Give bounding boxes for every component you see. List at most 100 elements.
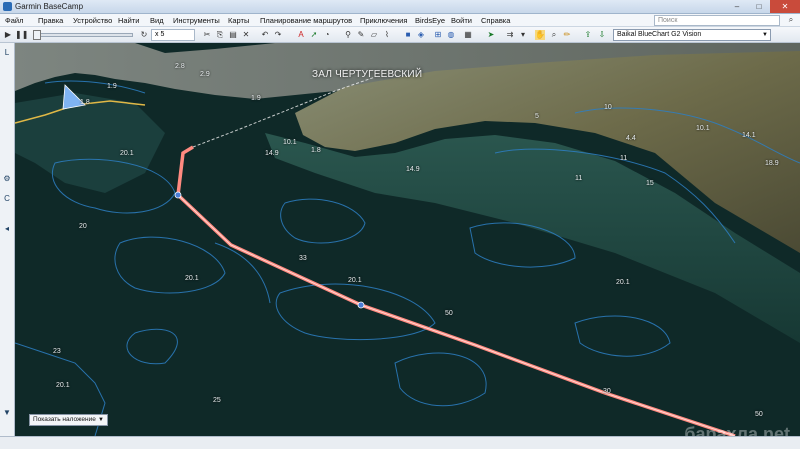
menu-route-planning[interactable]: Планирование маршрутов xyxy=(260,16,352,25)
minimize-button[interactable]: – xyxy=(726,0,748,13)
menu-login[interactable]: Войти xyxy=(451,16,472,25)
map-product-select[interactable]: Baikal BlueChart G2 Vision ▼ xyxy=(613,29,771,41)
depth-label: 50 xyxy=(445,310,453,317)
search-icon[interactable]: ⌕ xyxy=(786,15,796,25)
send-device-icon[interactable]: ⇪ xyxy=(583,30,593,40)
menu-tools[interactable]: Инструменты xyxy=(173,16,220,25)
depth-label: 20.1 xyxy=(348,277,362,284)
map-canvas[interactable] xyxy=(15,43,800,436)
repeat-icon[interactable]: ↻ xyxy=(139,30,149,40)
measure-icon[interactable]: ⚲ xyxy=(343,30,353,40)
filter-icon[interactable]: ▼ xyxy=(1,407,13,419)
chevron-down-icon[interactable]: ▾ xyxy=(518,30,528,40)
playback-slider-track[interactable] xyxy=(33,33,133,37)
zoom-icon[interactable]: ⌕ xyxy=(549,30,559,40)
chevron-down-icon: ▼ xyxy=(98,417,104,423)
waypoint-icon[interactable]: ◔ xyxy=(322,30,332,40)
playback-slider-thumb[interactable] xyxy=(33,30,41,40)
status-bar xyxy=(0,436,800,449)
library-icon[interactable]: L xyxy=(1,47,13,59)
depth-label: 25 xyxy=(213,397,221,404)
send-icon[interactable]: ➤ xyxy=(486,30,496,40)
layers-icon[interactable]: ▦ xyxy=(463,30,473,40)
menu-file[interactable]: Файл xyxy=(5,16,23,25)
depth-label: 30 xyxy=(603,388,611,395)
depth-label: 2.9 xyxy=(200,71,210,78)
show-overlay-button[interactable]: Показать наложение ▼ xyxy=(29,414,108,426)
text-icon[interactable]: A xyxy=(296,30,306,40)
eraser-icon[interactable]: ▱ xyxy=(369,30,379,40)
ruler-icon[interactable]: ✏ xyxy=(562,30,572,40)
depth-label: 20.1 xyxy=(120,150,134,157)
app-icon xyxy=(3,2,12,11)
menu-birdseye[interactable]: BirdsEye xyxy=(415,16,445,25)
depth-label: 10.1 xyxy=(283,139,297,146)
title-bar: Garmin BaseCamp – □ ✕ xyxy=(0,0,800,14)
undo-icon[interactable]: ↶ xyxy=(260,30,270,40)
delete-icon[interactable]: ✕ xyxy=(241,30,251,40)
left-panel-collapsed: L ⚙ C ◂ ▼ xyxy=(0,43,15,436)
depth-label: 11 xyxy=(575,175,583,182)
pause-icon[interactable]: ❚❚ xyxy=(15,30,28,40)
depth-label: 20.1 xyxy=(185,275,199,282)
depth-label: 50 xyxy=(755,411,763,418)
map-view[interactable]: ЗАЛ ЧЕРТУГЕЕВСКИЙ 1.9 1.8 2.9 2.8 1.9 20… xyxy=(15,43,800,436)
menu-device[interactable]: Устройство xyxy=(73,16,112,25)
bay-label: ЗАЛ ЧЕРТУГЕЕВСКИЙ xyxy=(312,69,423,80)
menu-adventures[interactable]: Приключения xyxy=(360,16,407,25)
depth-label: 11 xyxy=(620,155,628,162)
show-overlay-label: Показать наложение xyxy=(33,416,96,423)
paste-icon[interactable]: ▤ xyxy=(228,30,238,40)
depth-label: 1.8 xyxy=(80,99,90,106)
route-waypoint[interactable] xyxy=(357,301,365,309)
grid-icon[interactable]: ⊞ xyxy=(433,30,443,40)
copy-icon[interactable]: ⎘ xyxy=(215,30,225,40)
depth-label: 2.8 xyxy=(175,63,185,70)
expand-panel-icon[interactable]: ◂ xyxy=(1,223,13,235)
window-title: Garmin BaseCamp xyxy=(15,2,84,11)
map-product-label: Baikal BlueChart G2 Vision xyxy=(617,31,702,38)
lock-icon[interactable]: C xyxy=(1,193,13,205)
menu-edit[interactable]: Правка xyxy=(38,16,63,25)
toolbar: ▶ ❚❚ ↻ x 5 ✂ ⎘ ▤ ✕ ↶ ↷ A ➚ ◔ ⚲ ✎ ▱ ⌇ ■ ◈… xyxy=(0,27,800,43)
3d-view-icon[interactable]: ◈ xyxy=(416,30,426,40)
speed-select[interactable]: x 5 xyxy=(151,29,195,41)
depth-label: 5 xyxy=(535,113,539,120)
menu-help[interactable]: Справка xyxy=(481,16,510,25)
depth-label: 14.9 xyxy=(406,166,420,173)
menu-maps[interactable]: Карты xyxy=(228,16,249,25)
depth-label: 14.9 xyxy=(265,150,279,157)
depth-label: 1.9 xyxy=(251,95,261,102)
receive-device-icon[interactable]: ⇩ xyxy=(597,30,607,40)
menu-bar: Файл Правка Устройство Найти Вид Инструм… xyxy=(0,14,800,27)
close-button[interactable]: ✕ xyxy=(770,0,800,13)
settings-icon[interactable]: ⚙ xyxy=(1,173,13,185)
depth-label: 15 xyxy=(646,180,654,187)
search-input[interactable]: Поиск xyxy=(654,15,780,26)
route-waypoint[interactable] xyxy=(174,191,182,199)
depth-label: 10.1 xyxy=(696,125,710,132)
route-tool-icon[interactable]: ⇉ xyxy=(505,30,515,40)
map-view-icon[interactable]: ■ xyxy=(403,30,413,40)
globe-icon[interactable]: ◍ xyxy=(446,30,456,40)
depth-label: 20.1 xyxy=(56,382,70,389)
depth-label: 33 xyxy=(299,255,307,262)
depth-label: 14.1 xyxy=(742,132,756,139)
hand-icon[interactable]: ✋ xyxy=(535,30,545,40)
basecamp-window: Garmin BaseCamp – □ ✕ Файл Правка Устрой… xyxy=(0,0,800,449)
scissors-icon[interactable]: ✂ xyxy=(202,30,212,40)
chevron-down-icon: ▼ xyxy=(762,32,768,38)
maximize-button[interactable]: □ xyxy=(748,0,770,13)
depth-label: 4.4 xyxy=(626,135,636,142)
depth-label: 20 xyxy=(79,223,87,230)
route-icon[interactable]: ➚ xyxy=(309,30,319,40)
depth-label: 18.9 xyxy=(765,160,779,167)
depth-label: 20.1 xyxy=(616,279,630,286)
window-controls: – □ ✕ xyxy=(726,0,800,14)
redo-icon[interactable]: ↷ xyxy=(273,30,283,40)
pencil-icon[interactable]: ✎ xyxy=(356,30,366,40)
track-icon[interactable]: ⌇ xyxy=(382,30,392,40)
menu-view[interactable]: Вид xyxy=(150,16,164,25)
play-icon[interactable]: ▶ xyxy=(3,30,13,40)
menu-find[interactable]: Найти xyxy=(118,16,139,25)
